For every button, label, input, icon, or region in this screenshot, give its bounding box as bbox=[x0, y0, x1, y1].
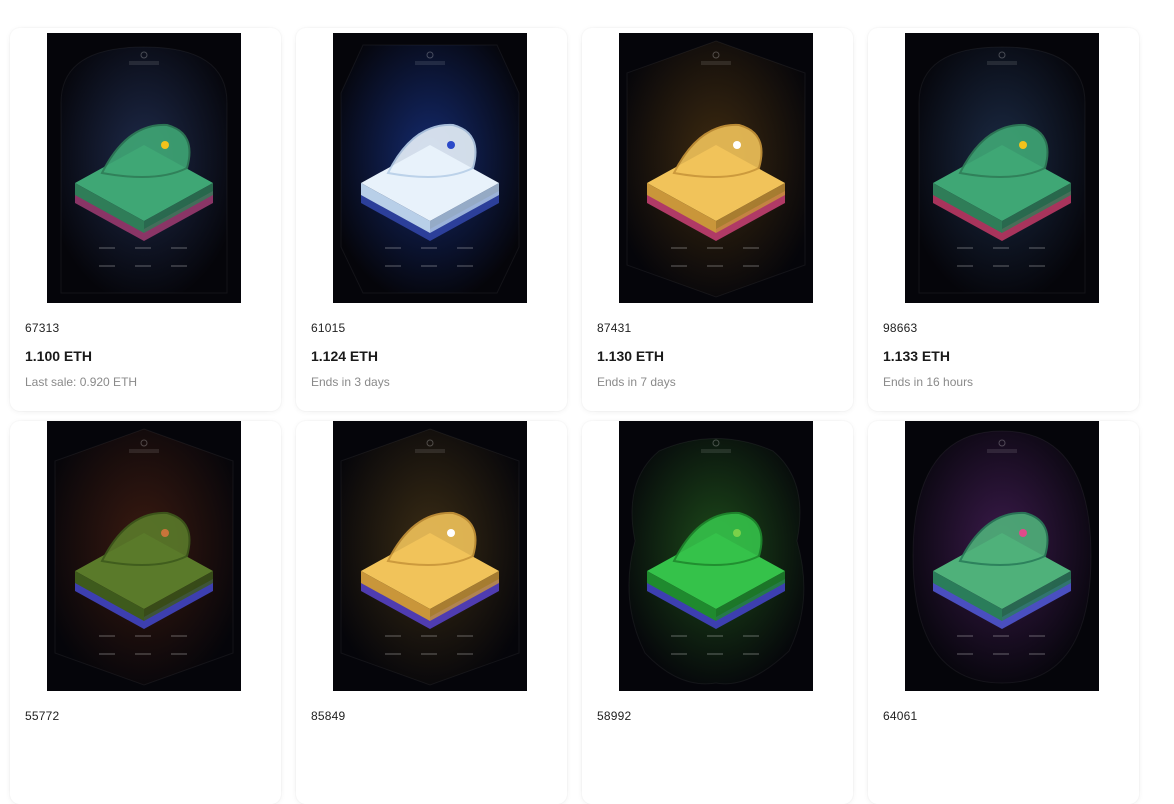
nft-grid: 67313 1.100 ETH Last sale: 0.920 ETH 610… bbox=[10, 28, 1139, 804]
nft-sale-status: Ends in 7 days bbox=[597, 375, 676, 389]
nft-card[interactable]: 98663 1.133 ETH Ends in 16 hours bbox=[868, 28, 1139, 411]
nft-artwork[interactable] bbox=[619, 33, 813, 303]
nft-token-id: 67313 bbox=[25, 321, 60, 335]
nft-artwork[interactable] bbox=[47, 421, 241, 691]
nft-artwork-graphic bbox=[47, 33, 241, 303]
nft-artwork[interactable] bbox=[905, 33, 1099, 303]
nft-artwork[interactable] bbox=[47, 33, 241, 303]
nft-sale-status: Ends in 3 days bbox=[311, 375, 390, 389]
nft-artwork[interactable] bbox=[333, 421, 527, 691]
nft-price: 1.130 ETH bbox=[597, 348, 664, 364]
nft-artwork-graphic bbox=[905, 421, 1099, 691]
nft-price: 1.100 ETH bbox=[25, 348, 92, 364]
nft-card[interactable]: 64061 bbox=[868, 421, 1139, 804]
nft-price: 1.124 ETH bbox=[311, 348, 378, 364]
nft-token-id: 87431 bbox=[597, 321, 632, 335]
nft-artwork[interactable] bbox=[619, 421, 813, 691]
nft-token-id: 55772 bbox=[25, 709, 60, 723]
nft-card[interactable]: 61015 1.124 ETH Ends in 3 days bbox=[296, 28, 567, 411]
nft-token-id: 64061 bbox=[883, 709, 918, 723]
nft-card[interactable]: 67313 1.100 ETH Last sale: 0.920 ETH bbox=[10, 28, 281, 411]
nft-token-id: 98663 bbox=[883, 321, 918, 335]
nft-artwork-graphic bbox=[619, 421, 813, 691]
nft-artwork-graphic bbox=[905, 33, 1099, 303]
nft-price: 1.133 ETH bbox=[883, 348, 950, 364]
nft-token-id: 61015 bbox=[311, 321, 346, 335]
nft-artwork-graphic bbox=[47, 421, 241, 691]
nft-token-id: 58992 bbox=[597, 709, 632, 723]
nft-card[interactable]: 85849 bbox=[296, 421, 567, 804]
nft-artwork[interactable] bbox=[905, 421, 1099, 691]
nft-token-id: 85849 bbox=[311, 709, 346, 723]
nft-card[interactable]: 55772 bbox=[10, 421, 281, 804]
nft-artwork-graphic bbox=[333, 33, 527, 303]
nft-artwork-graphic bbox=[619, 33, 813, 303]
nft-card[interactable]: 58992 bbox=[582, 421, 853, 804]
nft-sale-status: Ends in 16 hours bbox=[883, 375, 974, 389]
nft-sale-status: Last sale: 0.920 ETH bbox=[25, 375, 138, 389]
nft-card[interactable]: 87431 1.130 ETH Ends in 7 days bbox=[582, 28, 853, 411]
nft-artwork[interactable] bbox=[333, 33, 527, 303]
nft-artwork-graphic bbox=[333, 421, 527, 691]
